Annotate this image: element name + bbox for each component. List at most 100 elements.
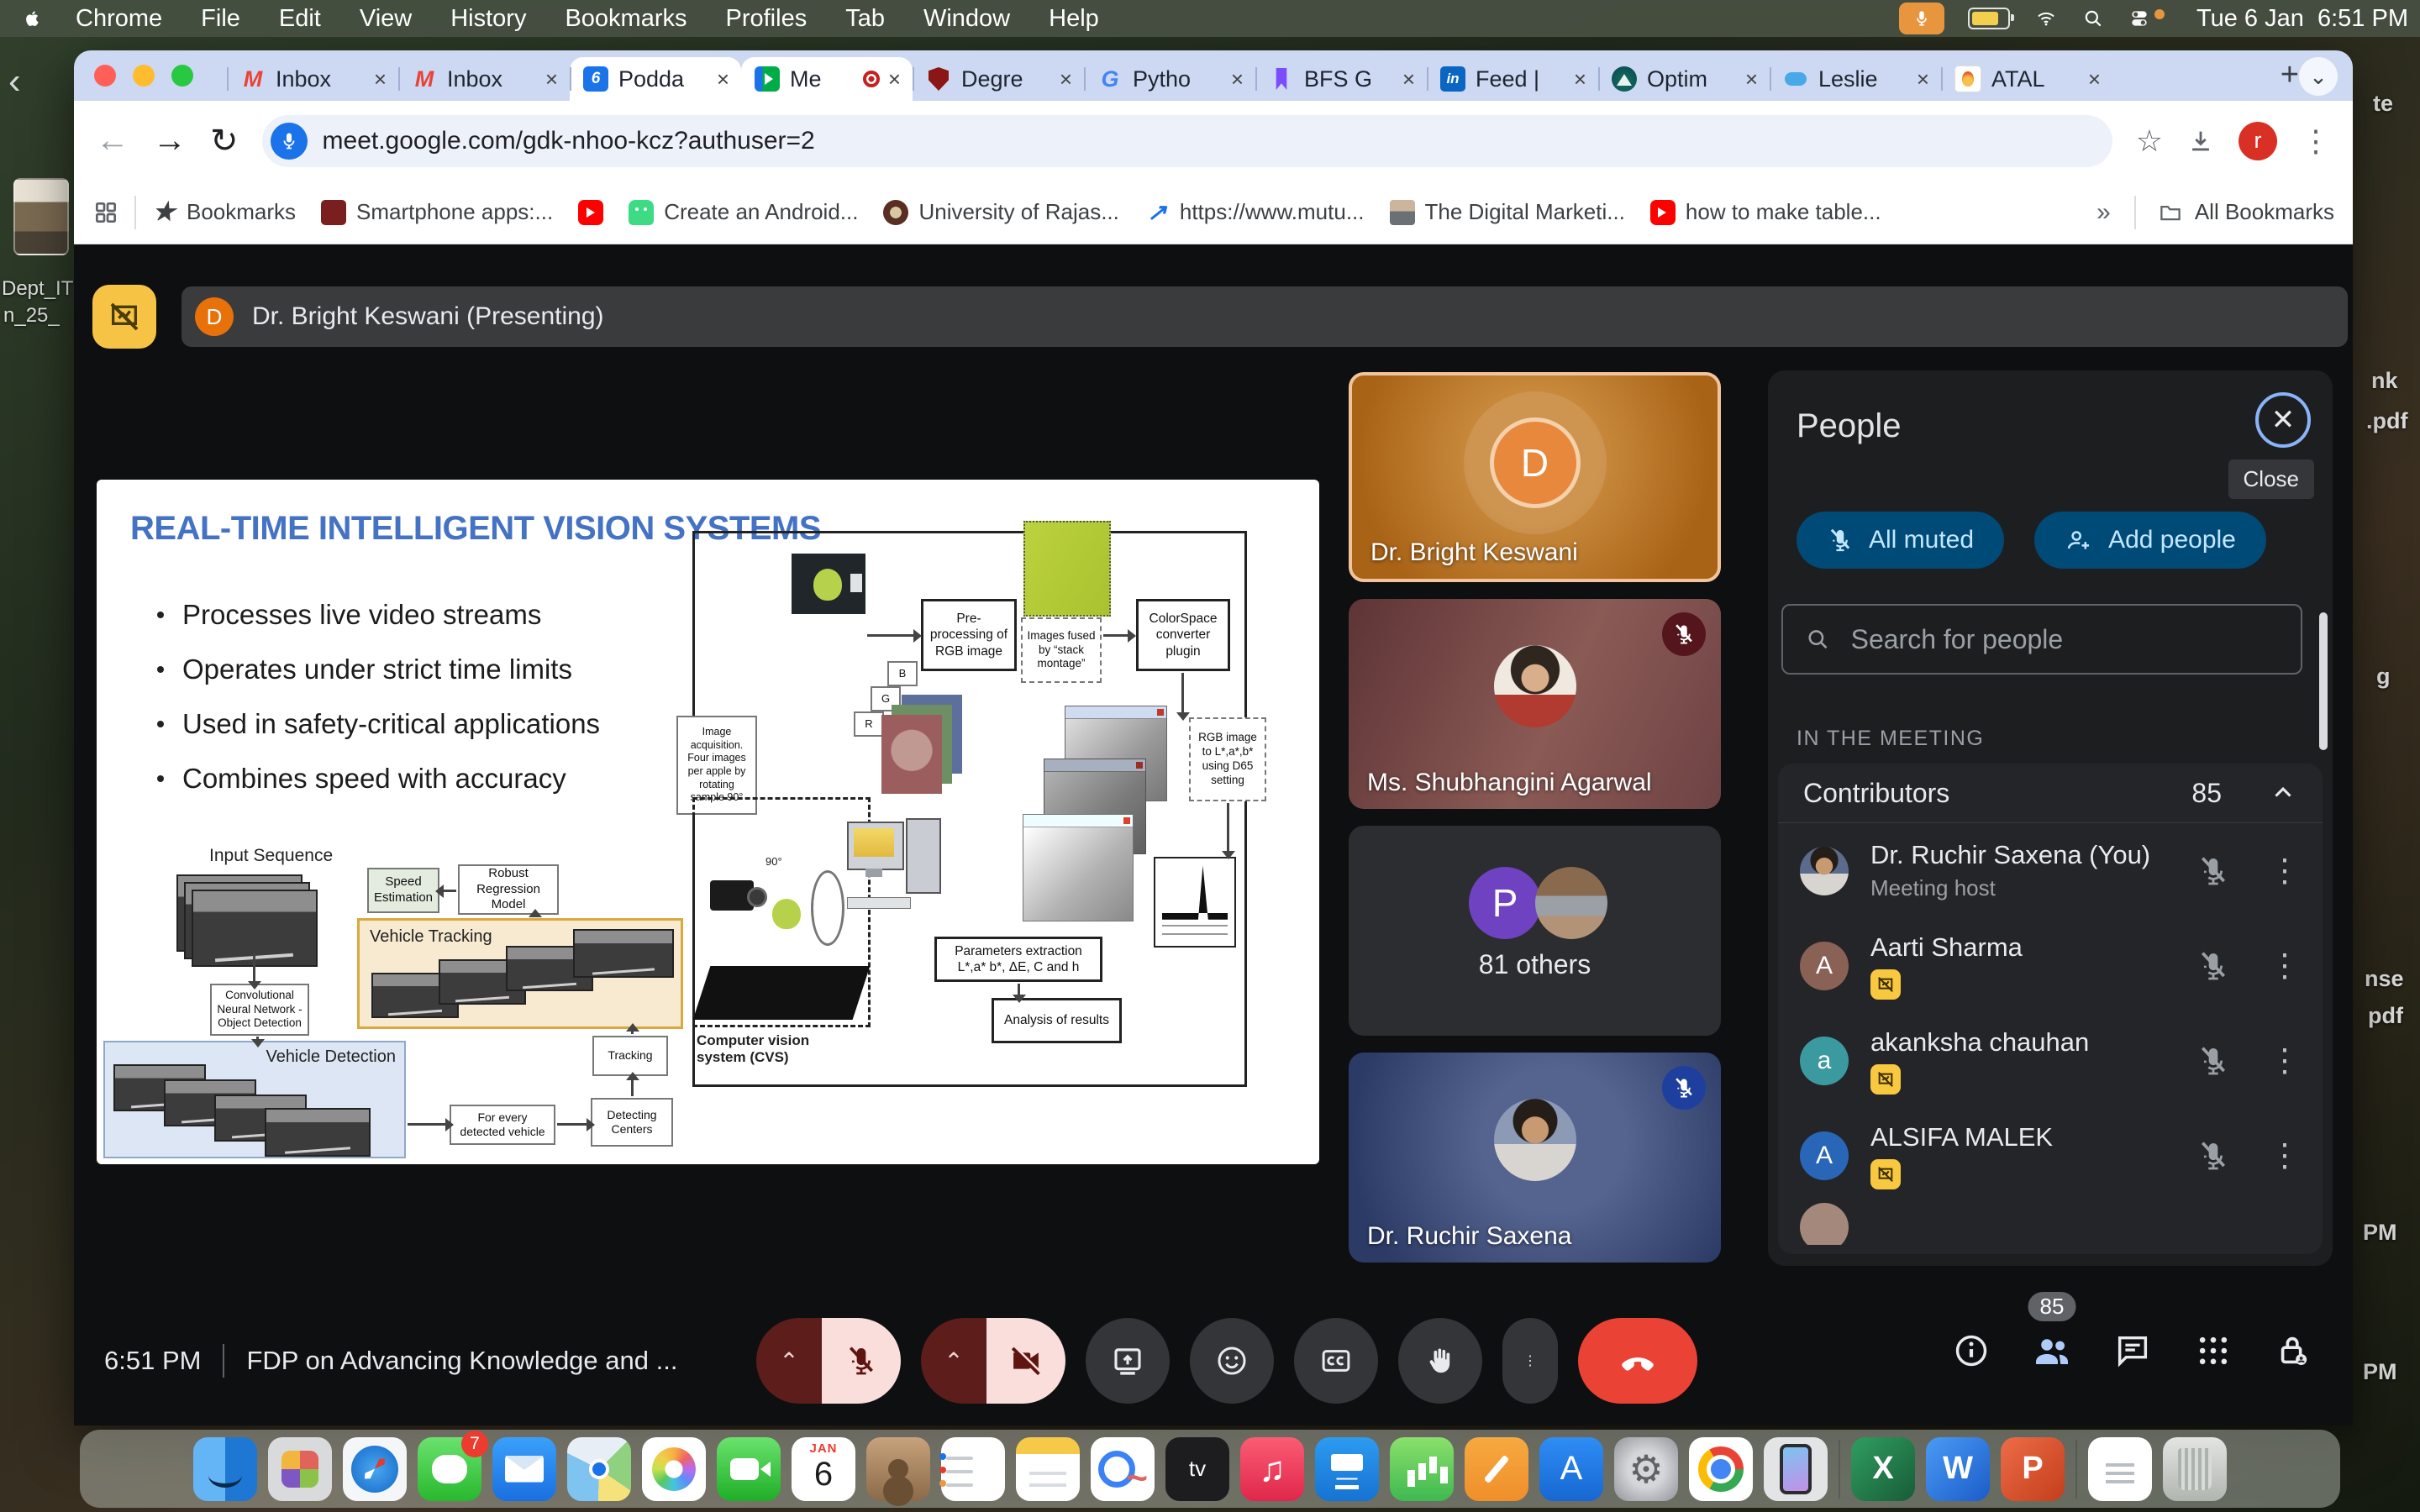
tab-close-icon[interactable]: × [1228,66,1247,92]
profile-avatar[interactable]: r [2238,122,2277,160]
dock-app-icon[interactable] [1539,1437,1603,1501]
mic-options-chevron[interactable]: ⌃ [756,1318,822,1404]
camera-options-chevron[interactable]: ⌃ [921,1318,986,1404]
reactions-button[interactable] [1190,1318,1274,1404]
dock-app-icon[interactable] [1614,1437,1678,1501]
participant-tile[interactable]: Ms. Shubhangini Agarwal [1349,599,1721,809]
dock-app-icon[interactable] [1465,1437,1528,1501]
meeting-details-button[interactable] [1949,1329,1993,1373]
tab-close-icon[interactable]: × [713,66,733,92]
back-icon[interactable]: ← [96,122,129,160]
camera-off-button[interactable] [986,1318,1065,1404]
close-window-button[interactable] [94,65,116,87]
dock-app-icon[interactable] [866,1437,930,1501]
mic-muted-button[interactable] [822,1318,901,1404]
menu-item[interactable]: Profiles [726,5,808,33]
menu-item[interactable]: File [201,5,240,33]
forward-icon[interactable]: → [153,122,187,160]
browser-tab[interactable]: Inbox × [398,57,570,101]
mic-off-icon[interactable] [2196,854,2230,888]
all-bookmarks-button[interactable]: All Bookmarks [2158,199,2334,225]
dock-app-icon[interactable] [717,1437,781,1501]
captions-button[interactable] [1294,1318,1378,1404]
browser-tab[interactable]: Degre × [913,57,1084,101]
bookmark-item[interactable]: Create an Android... [629,199,858,225]
mic-off-icon[interactable] [2196,949,2230,983]
more-actions-icon[interactable]: ⋮ [2269,1137,2301,1174]
tab-search-chevron-icon[interactable]: ⌄ [2299,57,2338,96]
dock-app-icon[interactable] [492,1437,556,1501]
browser-tab[interactable]: ATAL × [1941,57,2112,101]
dock-app-icon[interactable] [268,1437,332,1501]
close-panel-button[interactable]: ✕ [2255,392,2311,448]
reload-icon[interactable]: ↻ [210,122,239,160]
browser-tab[interactable]: Inbox × [227,57,398,101]
tab-close-icon[interactable]: × [542,66,561,92]
bookmark-item[interactable]: The Digital Marketi... [1390,199,1625,225]
add-people-button[interactable]: Add people [2034,512,2266,569]
dock-app-icon[interactable] [1390,1437,1454,1501]
menu-item[interactable]: Chrome [76,5,162,33]
browser-tab[interactable]: Optim × [1598,57,1770,101]
menu-item[interactable]: Edit [279,5,321,33]
more-actions-icon[interactable]: ⋮ [2269,852,2301,890]
people-button[interactable]: 85 [2030,1329,2074,1373]
tab-close-icon[interactable]: × [1056,66,1076,92]
mic-off-icon[interactable] [2196,1139,2230,1173]
present-button[interactable] [1086,1318,1170,1404]
minimize-window-button[interactable] [133,65,155,87]
zoom-window-button[interactable] [171,65,193,87]
url-text[interactable]: meet.google.com/gdk-nhoo-kcz?authuser=2 [323,127,815,155]
browser-tab[interactable]: Feed | × [1427,57,1598,101]
mic-permission-icon[interactable] [271,123,308,160]
dock-app-icon[interactable] [941,1437,1005,1501]
menu-item[interactable]: View [360,5,412,33]
participant-tile[interactable]: P 81 others [1349,826,1721,1036]
dock-app-icon[interactable] [642,1437,706,1501]
more-actions-icon[interactable]: ⋮ [2269,947,2301,984]
leave-call-button[interactable] [1578,1318,1697,1404]
host-controls-button[interactable] [2272,1329,2316,1373]
downloads-icon[interactable] [2186,127,2215,155]
browser-tab[interactable]: 6 Podda × [570,57,741,101]
browser-menu-icon[interactable]: ⋮ [2301,123,2331,159]
dock-app-icon[interactable] [567,1437,631,1501]
bookmark-item[interactable]: University of Rajas... [883,199,1118,225]
dock-app-icon[interactable] [1240,1437,1304,1501]
control-center-icon[interactable] [2128,8,2151,29]
menu-item[interactable]: History [450,5,526,33]
browser-tab[interactable]: Leslie × [1770,57,1941,101]
apple-logo-icon[interactable] [24,8,42,29]
bookmark-item[interactable]: Smartphone apps:... [321,199,553,225]
menu-item[interactable]: Help [1049,5,1099,33]
dock-app-icon[interactable] [193,1437,257,1501]
mute-all-button[interactable]: All muted [1797,512,2004,569]
dock-app-icon[interactable]: tv [1165,1437,1229,1501]
dock-app-icon[interactable]: P [2001,1437,2065,1501]
raise-hand-button[interactable] [1398,1318,1482,1404]
dock-app-icon[interactable] [1315,1437,1379,1501]
dock-app-icon[interactable] [2088,1437,2152,1501]
bookmarks-overflow-chevron[interactable]: » [2096,198,2111,227]
dock-app-icon[interactable] [343,1437,407,1501]
dock-app-icon[interactable] [1839,1440,1840,1499]
menu-item[interactable]: Tab [845,5,885,33]
browser-tab[interactable]: Pytho × [1084,57,1255,101]
menu-item[interactable]: Bookmarks [565,5,687,33]
search-input[interactable] [1849,623,2279,656]
new-tab-button[interactable]: + [2281,55,2299,94]
tab-close-icon[interactable]: × [1570,66,1590,92]
dock-app-icon[interactable]: W [1926,1437,1990,1501]
mic-off-icon[interactable] [2196,1044,2230,1078]
collapse-chevron-icon[interactable] [2269,779,2297,807]
tab-close-icon[interactable]: × [1399,66,1418,92]
wifi-icon[interactable] [2033,8,2059,29]
presentation-paused-icon[interactable] [92,285,156,349]
bookmark-item[interactable]: https://www.mutu... [1144,199,1365,225]
bookmark-item[interactable]: how to make table... [1650,199,1881,225]
address-bar[interactable]: meet.google.com/gdk-nhoo-kcz?authuser=2 [262,115,2112,167]
dock-app-icon[interactable]: 7 [418,1437,481,1501]
bookmark-star-icon[interactable]: ☆ [2136,123,2163,159]
tab-close-icon[interactable]: × [2085,66,2104,92]
panel-scrollbar[interactable] [2319,612,2328,750]
